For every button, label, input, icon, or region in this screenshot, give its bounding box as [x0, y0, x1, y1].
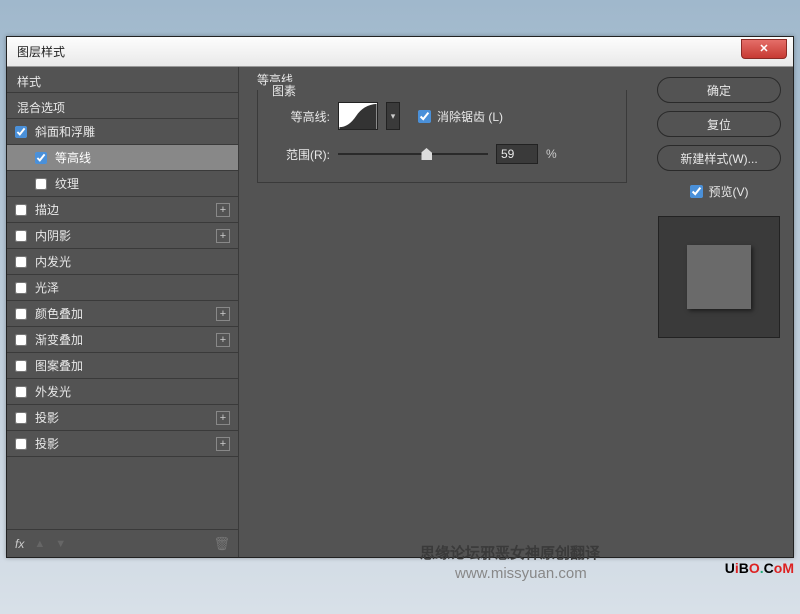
new-style-button[interactable]: 新建样式(W)...: [657, 145, 781, 171]
window-title: 图层样式: [7, 43, 65, 60]
checkbox-texture[interactable]: [35, 178, 47, 190]
style-label: 内阴影: [35, 227, 71, 244]
contour-dropdown[interactable]: ▾: [386, 102, 400, 130]
add-icon[interactable]: +: [216, 333, 230, 347]
watermark-text-1: 思缘论坛邪恶女神原创翻译: [420, 542, 600, 563]
styles-footer: fx ▲ ▼ 🗑: [7, 529, 238, 557]
styles-panel: 样式 混合选项 斜面和浮雕 等高线 纹理 描边 + 内阴影: [7, 67, 239, 557]
preview-option[interactable]: 预览(V): [657, 183, 781, 200]
antialias-option[interactable]: 消除锯齿 (L): [418, 108, 503, 125]
preview-label: 预览(V): [709, 183, 749, 200]
chevron-down-icon: ▾: [391, 111, 396, 122]
style-label: 描边: [35, 201, 59, 218]
style-label: 图案叠加: [35, 357, 83, 374]
styles-header[interactable]: 样式: [7, 67, 238, 93]
checkbox-color-overlay[interactable]: [15, 308, 27, 320]
checkbox-drop-shadow-2[interactable]: [15, 438, 27, 450]
preview-box: [658, 216, 780, 338]
style-label: 光泽: [35, 279, 59, 296]
style-item-color-overlay[interactable]: 颜色叠加 +: [7, 301, 238, 327]
ok-button[interactable]: 确定: [657, 77, 781, 103]
style-label: 纹理: [55, 175, 79, 192]
range-label: 范围(R):: [272, 146, 330, 163]
arrow-down-icon[interactable]: ▼: [55, 538, 66, 550]
contour-row: 等高线: ▾ 消除锯齿 (L): [272, 102, 612, 130]
style-label: 渐变叠加: [35, 331, 83, 348]
slider-thumb[interactable]: [421, 148, 432, 160]
watermark-logo: UiBO.CoM: [725, 560, 794, 576]
style-item-drop-shadow-1[interactable]: 投影 +: [7, 405, 238, 431]
titlebar[interactable]: 图层样式 ✕: [7, 37, 793, 67]
fx-icon[interactable]: fx: [15, 537, 24, 551]
close-button[interactable]: ✕: [741, 39, 787, 59]
group-title: 等高线: [257, 71, 627, 88]
right-panel: 确定 复位 新建样式(W)... 预览(V): [645, 67, 793, 557]
style-item-outer-glow[interactable]: 外发光: [7, 379, 238, 405]
style-item-inner-shadow[interactable]: 内阴影 +: [7, 223, 238, 249]
style-item-contour[interactable]: 等高线: [7, 145, 238, 171]
preview-checkbox[interactable]: [690, 185, 703, 198]
style-item-gradient-overlay[interactable]: 渐变叠加 +: [7, 327, 238, 353]
element-fieldset: 图素 等高线: ▾ 消除锯齿 (L) 范围(R):: [257, 90, 627, 183]
add-icon[interactable]: +: [216, 411, 230, 425]
style-label: 斜面和浮雕: [35, 123, 95, 140]
style-item-pattern-overlay[interactable]: 图案叠加: [7, 353, 238, 379]
add-icon[interactable]: +: [216, 229, 230, 243]
checkbox-inner-shadow[interactable]: [15, 230, 27, 242]
watermark-text-2: www.missyuan.com: [455, 565, 587, 582]
style-item-inner-glow[interactable]: 内发光: [7, 249, 238, 275]
close-icon: ✕: [759, 42, 768, 55]
checkbox-inner-glow[interactable]: [15, 256, 27, 268]
style-label: 投影: [35, 435, 59, 452]
checkbox-stroke[interactable]: [15, 204, 27, 216]
reset-button[interactable]: 复位: [657, 111, 781, 137]
checkbox-satin[interactable]: [15, 282, 27, 294]
checkbox-outer-glow[interactable]: [15, 386, 27, 398]
range-slider[interactable]: [338, 147, 488, 161]
blend-options[interactable]: 混合选项: [7, 93, 238, 119]
style-label: 外发光: [35, 383, 71, 400]
style-item-texture[interactable]: 纹理: [7, 171, 238, 197]
range-input[interactable]: [496, 144, 538, 164]
range-row: 范围(R): %: [272, 144, 612, 164]
style-label: 投影: [35, 409, 59, 426]
fieldset-legend: 图素: [268, 82, 300, 99]
range-unit: %: [546, 147, 557, 161]
slider-track: [338, 153, 488, 155]
style-item-bevel[interactable]: 斜面和浮雕: [7, 119, 238, 145]
checkbox-gradient-overlay[interactable]: [15, 334, 27, 346]
dialog-body: 样式 混合选项 斜面和浮雕 等高线 纹理 描边 + 内阴影: [7, 67, 793, 557]
checkbox-contour[interactable]: [35, 152, 47, 164]
checkbox-drop-shadow-1[interactable]: [15, 412, 27, 424]
preview-swatch: [687, 245, 751, 309]
style-item-stroke[interactable]: 描边 +: [7, 197, 238, 223]
style-item-satin[interactable]: 光泽: [7, 275, 238, 301]
style-item-drop-shadow-2[interactable]: 投影 +: [7, 431, 238, 457]
checkbox-pattern-overlay[interactable]: [15, 360, 27, 372]
style-label: 颜色叠加: [35, 305, 83, 322]
style-label: 等高线: [55, 149, 91, 166]
style-label: 内发光: [35, 253, 71, 270]
antialias-checkbox[interactable]: [418, 110, 431, 123]
settings-panel: 等高线 图素 等高线: ▾ 消除锯齿 (L): [239, 67, 645, 557]
contour-picker[interactable]: [338, 102, 378, 130]
arrow-up-icon[interactable]: ▲: [34, 538, 45, 550]
antialias-label: 消除锯齿 (L): [437, 108, 503, 125]
add-icon[interactable]: +: [216, 307, 230, 321]
add-icon[interactable]: +: [216, 203, 230, 217]
layer-style-dialog: 图层样式 ✕ 样式 混合选项 斜面和浮雕 等高线 纹理 描边 +: [6, 36, 794, 558]
contour-label: 等高线:: [272, 108, 330, 125]
checkbox-bevel[interactable]: [15, 126, 27, 138]
add-icon[interactable]: +: [216, 437, 230, 451]
trash-icon[interactable]: 🗑: [213, 536, 230, 552]
